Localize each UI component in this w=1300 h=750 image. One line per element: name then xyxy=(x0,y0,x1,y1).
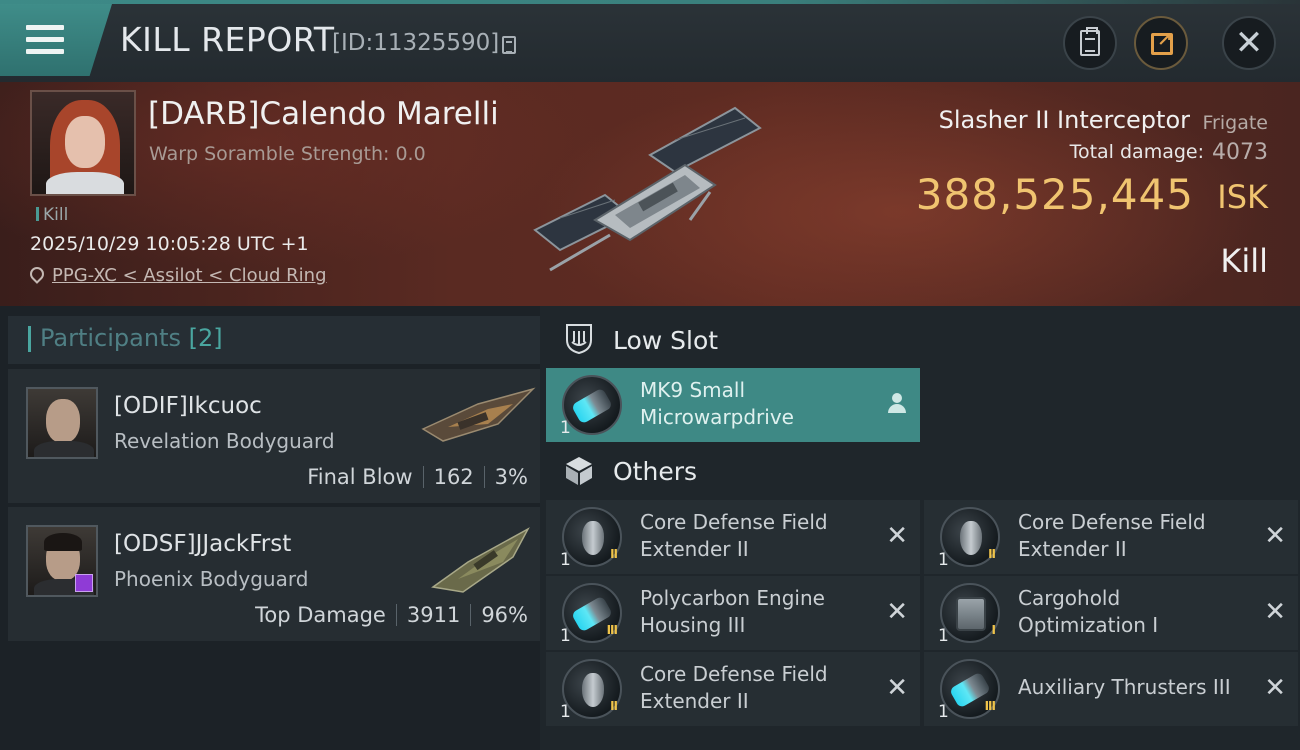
user-icon[interactable] xyxy=(888,393,906,415)
participants-count: [2] xyxy=(188,324,223,352)
victim-ship-image[interactable] xyxy=(520,100,780,280)
participant-role: Final Blow xyxy=(307,465,413,489)
copy-icon[interactable] xyxy=(502,36,516,54)
menu-button[interactable] xyxy=(0,4,112,76)
module-quantity: 1 xyxy=(560,702,571,722)
shield-extender-icon: II xyxy=(562,659,622,719)
cargohold-icon: I xyxy=(940,583,1000,643)
participant-percent: 3% xyxy=(494,465,528,489)
module-name: Core Defense Field Extender II xyxy=(1018,510,1206,561)
warp-scramble-strength: Warp Soramble Strength: 0.0 xyxy=(149,143,426,165)
module-quantity: 1 xyxy=(938,550,949,570)
destroyed-icon: ✕ xyxy=(1264,521,1286,551)
thruster-icon: III xyxy=(562,583,622,643)
kill-result: Kill xyxy=(1220,242,1268,280)
total-damage-value: 4073 xyxy=(1212,140,1268,165)
others-module[interactable]: II 1 Core Defense Field Extender II ✕ xyxy=(546,500,920,574)
participant-stats: Top Damage 3911 96% xyxy=(255,603,528,627)
destroyed-icon: ✕ xyxy=(886,597,908,627)
participant-ship: Phoenix Bodyguard xyxy=(114,567,309,591)
thruster-icon: III xyxy=(940,659,1000,719)
others-label: Others xyxy=(613,457,698,486)
module-name: Auxiliary Thrusters III xyxy=(1018,675,1231,699)
participant-percent: 96% xyxy=(481,603,528,627)
participant-stats: Final Blow 162 3% xyxy=(307,465,528,489)
participant-avatar xyxy=(26,525,98,597)
participant-role: Top Damage xyxy=(255,603,386,627)
others-module[interactable]: II 1 Core Defense Field Extender II ✕ xyxy=(546,652,920,726)
participant-badge-icon xyxy=(75,574,93,592)
page-title: KILL REPORT xyxy=(120,20,335,59)
kill-datetime: 2025/10/29 10:05:28 UTC +1 xyxy=(30,233,309,255)
module-name: Polycarbon Engine Housing III xyxy=(640,586,825,637)
participant-damage: 162 xyxy=(433,465,474,489)
location-text: PPG-XC < Assilot < Cloud Ring xyxy=(52,265,327,286)
victim-ship-class: Frigate xyxy=(1202,112,1268,134)
participant-name: [ODIF]Ikcuoc xyxy=(114,393,262,419)
participants-label: Participants xyxy=(40,324,181,352)
module-quantity: 1 xyxy=(560,626,571,646)
shield-extender-icon: II xyxy=(940,507,1000,567)
destroyed-icon: ✕ xyxy=(1264,673,1286,703)
module-quantity: 1 xyxy=(938,702,949,722)
participant-card[interactable]: [ODSF]JJackFrst Phoenix Bodyguard Top Da… xyxy=(8,507,540,641)
share-button[interactable] xyxy=(1134,16,1188,70)
module-name: Cargohold Optimization I xyxy=(1018,586,1159,637)
destroyed-icon: ✕ xyxy=(1264,597,1286,627)
kill-tag-label: Kill xyxy=(43,205,69,225)
participant-ship: Revelation Bodyguard xyxy=(114,429,335,453)
module-name: MK9 Small Microwarpdrive xyxy=(640,378,794,429)
kill-tag: Kill xyxy=(36,205,68,225)
participant-ship-image xyxy=(421,387,536,442)
report-id: [ID:11325590] xyxy=(332,30,500,56)
participant-name: [ODSF]JJackFrst xyxy=(114,531,292,557)
isk-value: 388,525,445 xyxy=(915,170,1194,219)
destroyed-icon: ✕ xyxy=(886,521,908,551)
top-bar: KILL REPORT [ID:11325590] ✕ xyxy=(0,0,1300,82)
close-button[interactable]: ✕ xyxy=(1222,16,1276,70)
clipboard-button[interactable] xyxy=(1063,16,1117,70)
others-module[interactable]: III 1 Auxiliary Thrusters III ✕ xyxy=(924,652,1298,726)
total-damage-label: Total damage: xyxy=(1069,141,1204,163)
cube-icon xyxy=(566,457,592,485)
victim-name[interactable]: [DARB]Calendo Marelli xyxy=(148,96,499,132)
destroyed-icon: ✕ xyxy=(886,673,908,703)
others-module[interactable]: II 1 Core Defense Field Extender II ✕ xyxy=(924,500,1298,574)
participant-card[interactable]: [ODIF]Ikcuoc Revelation Bodyguard Final … xyxy=(8,369,540,503)
low-slot-module[interactable]: 1 MK9 Small Microwarpdrive xyxy=(546,368,920,442)
clipboard-icon xyxy=(1080,27,1100,56)
victim-ship-name[interactable]: Slasher II Interceptor xyxy=(939,106,1190,134)
location-link[interactable]: PPG-XC < Assilot < Cloud Ring xyxy=(27,264,327,286)
participant-damage: 3911 xyxy=(406,603,461,627)
module-quantity: 1 xyxy=(560,418,571,438)
shield-extender-icon: II xyxy=(562,507,622,567)
others-module[interactable]: III 1 Polycarbon Engine Housing III ✕ xyxy=(546,576,920,650)
thruster-icon xyxy=(562,375,622,435)
low-slot-label: Low Slot xyxy=(613,326,719,355)
hamburger-icon xyxy=(26,25,64,55)
module-quantity: 1 xyxy=(938,626,949,646)
participants-header: Participants [2] xyxy=(8,316,540,364)
module-quantity: 1 xyxy=(560,550,571,570)
victim-portrait[interactable] xyxy=(30,90,136,196)
share-icon xyxy=(1151,30,1173,55)
module-name: Core Defense Field Extender II xyxy=(640,662,828,713)
participant-ship-image xyxy=(431,527,530,593)
others-module[interactable]: I 1 Cargohold Optimization I ✕ xyxy=(924,576,1298,650)
close-icon: ✕ xyxy=(1234,23,1264,63)
module-name: Core Defense Field Extender II xyxy=(640,510,828,561)
participant-avatar xyxy=(26,387,98,459)
location-pin-icon xyxy=(27,264,47,284)
isk-unit: ISK xyxy=(1217,178,1268,216)
low-slot-icon xyxy=(566,324,592,354)
